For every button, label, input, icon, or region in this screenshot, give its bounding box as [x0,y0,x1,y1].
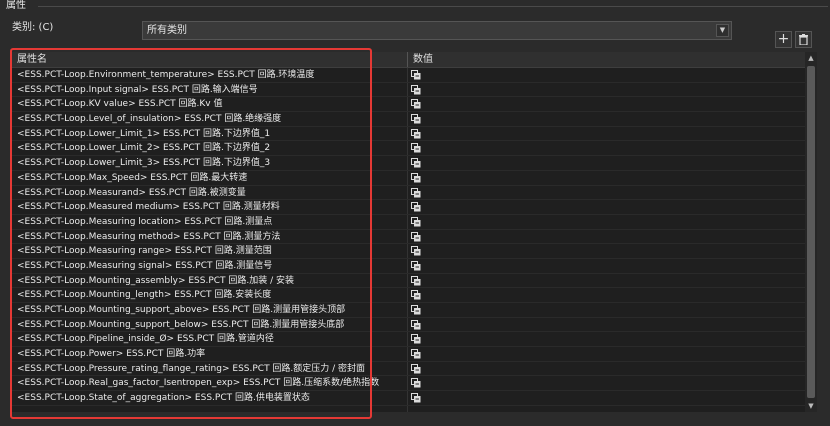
edit-value-icon[interactable] [411,260,421,271]
table-row[interactable]: <ESS.PCT-Loop.Mounting_support_above> ES… [12,303,805,318]
property-name: <ESS.PCT-Loop.Measuring method> ESS.PCT … [17,231,281,242]
grid-rows: <ESS.PCT-Loop.Environment_temperature> E… [12,68,805,406]
property-name: <ESS.PCT-Loop.Measuring signal> ESS.PCT … [17,260,273,271]
property-name: <ESS.PCT-Loop.Lower_Limit_3> ESS.PCT 回路.… [17,158,271,169]
category-label: 类别: (C) [12,22,54,33]
table-row[interactable]: <ESS.PCT-Loop.Mounting_support_below> ES… [12,318,805,333]
scroll-down-icon[interactable]: ▼ [805,400,817,412]
chevron-down-icon[interactable]: ▼ [716,24,729,37]
table-row[interactable]: <ESS.PCT-Loop.Mounting_assembly> ESS.PCT… [12,274,805,289]
scroll-up-icon[interactable]: ▲ [805,52,817,64]
property-name: <ESS.PCT-Loop.Measurand> ESS.PCT 回路.被测变量 [17,187,246,198]
edit-value-icon[interactable] [411,84,421,95]
property-name: <ESS.PCT-Loop.Lower_Limit_2> ESS.PCT 回路.… [17,143,271,154]
edit-value-icon[interactable] [411,275,421,286]
table-row[interactable]: <ESS.PCT-Loop.Mounting_length> ESS.PCT 回… [12,288,805,303]
edit-value-icon[interactable] [411,128,421,139]
edit-value-icon[interactable] [411,114,421,124]
property-name: <ESS.PCT-Loop.Mounting_assembly> ESS.PCT… [17,275,295,286]
edit-value-icon[interactable] [411,216,421,227]
property-name: <ESS.PCT-Loop.KV value> ESS.PCT 回路.Kv 值 [17,99,223,110]
panel-divider [38,6,828,7]
table-row[interactable]: <ESS.PCT-Loop.Level_of_insulation> ESS.P… [12,112,805,127]
edit-value-icon[interactable] [411,187,421,198]
property-name: <ESS.PCT-Loop.Measuring location> ESS.PC… [17,216,273,227]
delete-property-button[interactable] [795,31,812,48]
table-row[interactable]: <ESS.PCT-Loop.Lower_Limit_1> ESS.PCT 回路.… [12,127,805,142]
property-name: <ESS.PCT-Loop.State_of_aggregation> ESS.… [17,393,310,404]
column-header-value[interactable]: 数值 [413,52,433,67]
property-name: <ESS.PCT-Loop.Measured medium> ESS.PCT 回… [17,202,280,213]
vertical-scrollbar[interactable]: ▲ ▼ [805,52,817,412]
edit-value-icon[interactable] [411,363,421,374]
edit-value-icon[interactable] [411,319,421,330]
table-row[interactable]: <ESS.PCT-Loop.Measuring method> ESS.PCT … [12,230,805,245]
table-row[interactable]: <ESS.PCT-Loop.Measurand> ESS.PCT 回路.被测变量 [12,186,805,201]
table-row[interactable]: <ESS.PCT-Loop.Lower_Limit_3> ESS.PCT 回路.… [12,156,805,171]
edit-value-icon[interactable] [411,202,421,212]
edit-value-icon[interactable] [411,334,421,344]
property-name: <ESS.PCT-Loop.Environment_temperature> E… [17,70,315,80]
edit-value-icon[interactable] [411,158,421,168]
property-name: <ESS.PCT-Loop.Lower_Limit_1> ESS.PCT 回路.… [17,128,271,139]
table-row[interactable]: <ESS.PCT-Loop.State_of_aggregation> ESS.… [12,391,805,406]
table-row[interactable]: <ESS.PCT-Loop.Input signal> ESS.PCT 回路.输… [12,83,805,98]
table-row[interactable]: <ESS.PCT-Loop.Max_Speed> ESS.PCT 回路.最大转速 [12,171,805,186]
table-row[interactable]: <ESS.PCT-Loop.Measuring location> ESS.PC… [12,215,805,230]
table-row[interactable]: <ESS.PCT-Loop.Pressure_rating_flange_rat… [12,362,805,377]
property-grid: 属性名 数值 <ESS.PCT-Loop.Environment_tempera… [12,52,817,412]
table-row[interactable]: <ESS.PCT-Loop.Measuring range> ESS.PCT 回… [12,244,805,259]
edit-value-icon[interactable] [411,231,421,242]
grid-header: 属性名 数值 [12,52,805,68]
category-value: 所有类别 [147,25,187,36]
property-name: <ESS.PCT-Loop.Mounting_length> ESS.PCT 回… [17,290,272,301]
trash-icon [799,34,808,46]
edit-value-icon[interactable] [411,305,421,315]
property-name: <ESS.PCT-Loop.Input signal> ESS.PCT 回路.输… [17,84,258,95]
table-row[interactable]: <ESS.PCT-Loop.Real_gas_factor_Isentropen… [12,376,805,392]
property-name: <ESS.PCT-Loop.Pressure_rating_flange_rat… [17,363,366,374]
edit-value-icon[interactable] [411,349,421,359]
property-name: <ESS.PCT-Loop.Real_gas_factor_Isentropen… [17,378,380,389]
edit-value-icon[interactable] [411,246,421,256]
property-name: <ESS.PCT-Loop.Max_Speed> ESS.PCT 回路.最大转速 [17,172,248,183]
property-name: <ESS.PCT-Loop.Measuring range> ESS.PCT 回… [17,246,272,257]
scrollbar-thumb[interactable] [807,66,815,398]
table-row[interactable]: <ESS.PCT-Loop.Lower_Limit_2> ESS.PCT 回路.… [12,141,805,157]
property-name: <ESS.PCT-Loop.Level_of_insulation> ESS.P… [17,114,282,125]
column-header-name[interactable]: 属性名 [17,52,47,67]
edit-value-icon[interactable] [411,172,421,183]
property-name: <ESS.PCT-Loop.Power> ESS.PCT 回路.功率 [17,349,206,360]
table-row[interactable]: <ESS.PCT-Loop.KV value> ESS.PCT 回路.Kv 值 [12,97,805,113]
table-row[interactable]: <ESS.PCT-Loop.Measured medium> ESS.PCT 回… [12,200,805,215]
category-select[interactable]: 所有类别 ▼ [142,21,732,40]
add-property-button[interactable]: + [775,31,792,48]
edit-value-icon[interactable] [411,143,421,153]
edit-value-icon[interactable] [411,290,421,300]
column-separator[interactable] [407,52,408,67]
edit-value-icon[interactable] [411,99,421,109]
property-name: <ESS.PCT-Loop.Mounting_support_above> ES… [17,305,346,315]
plus-icon: + [777,31,790,47]
property-name: <ESS.PCT-Loop.Pipeline_inside_Ø> ESS.PCT… [17,334,274,345]
panel-title: 属性 [6,0,26,11]
table-row[interactable]: <ESS.PCT-Loop.Power> ESS.PCT 回路.功率 [12,347,805,362]
edit-value-icon[interactable] [411,378,421,388]
table-row[interactable]: <ESS.PCT-Loop.Environment_temperature> E… [12,68,805,83]
edit-value-icon[interactable] [411,393,421,403]
table-row[interactable]: <ESS.PCT-Loop.Pipeline_inside_Ø> ESS.PCT… [12,332,805,348]
table-row[interactable]: <ESS.PCT-Loop.Measuring signal> ESS.PCT … [12,259,805,274]
edit-value-icon[interactable] [411,70,421,80]
property-name: <ESS.PCT-Loop.Mounting_support_below> ES… [17,319,345,330]
